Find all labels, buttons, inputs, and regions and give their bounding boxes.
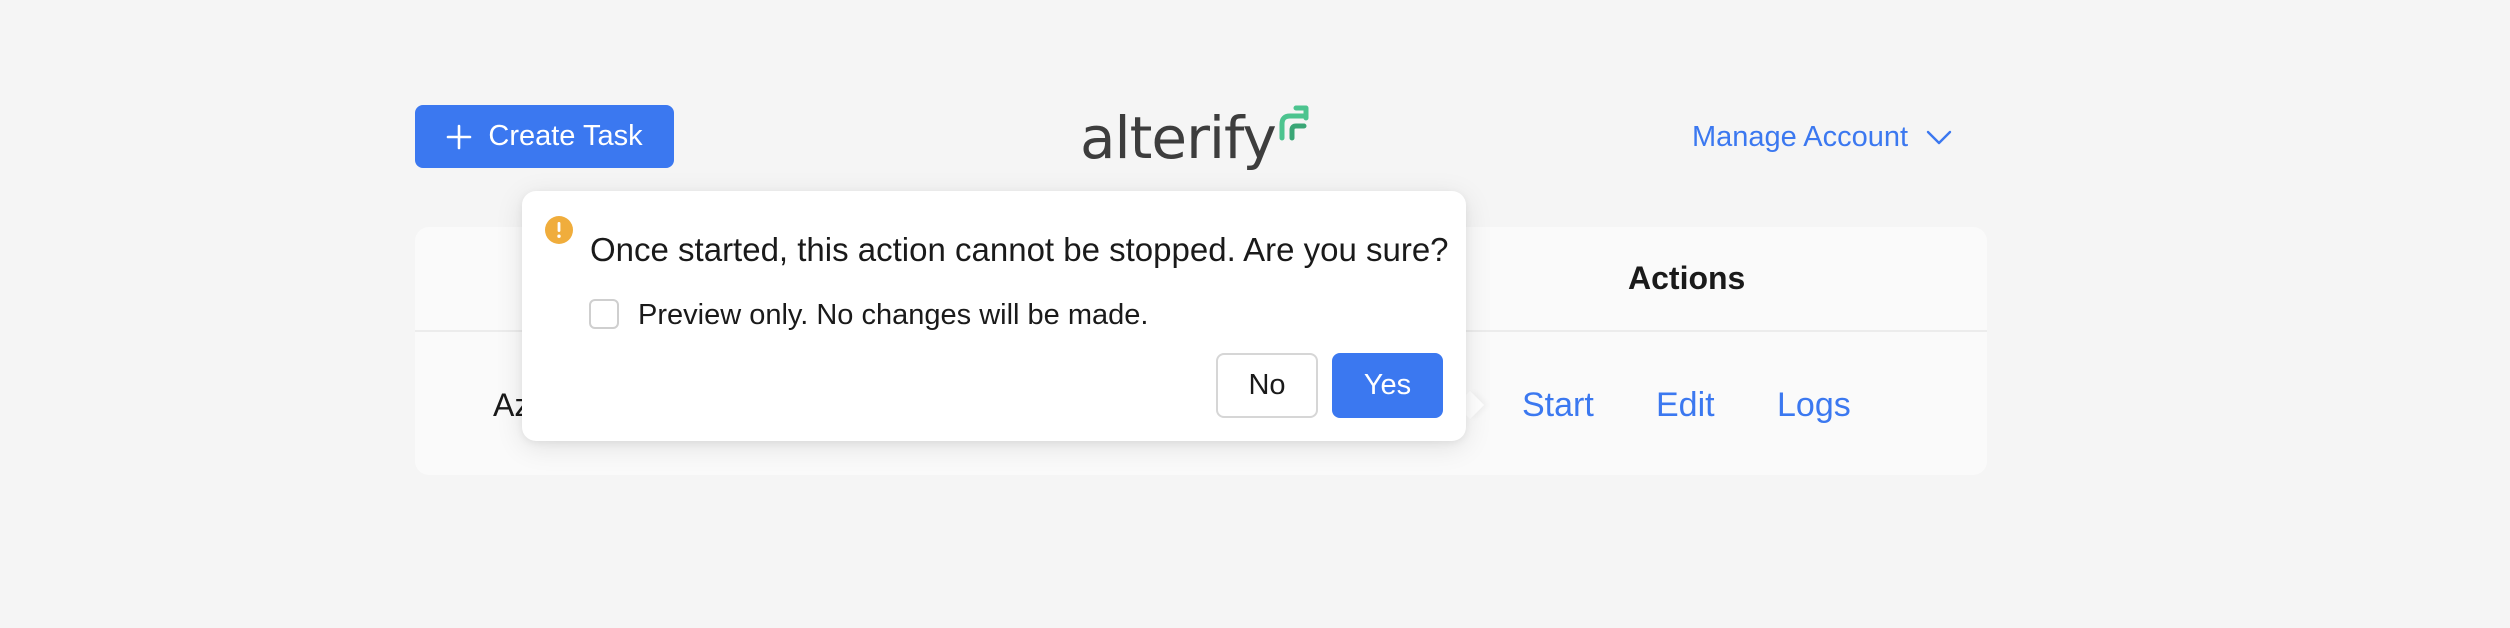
preview-only-checkbox[interactable] bbox=[589, 299, 619, 329]
yes-button[interactable]: Yes bbox=[1332, 353, 1443, 418]
no-button[interactable]: No bbox=[1216, 353, 1318, 418]
edit-link[interactable]: Edit bbox=[1656, 386, 1715, 425]
start-link[interactable]: Start bbox=[1522, 386, 1594, 425]
page: Create Task alterify Manage Account Acti… bbox=[0, 0, 2510, 628]
logo-arrows-icon bbox=[1274, 104, 1314, 149]
logs-link[interactable]: Logs bbox=[1777, 386, 1851, 425]
create-task-button[interactable]: Create Task bbox=[415, 105, 674, 168]
chevron-down-icon bbox=[1926, 121, 1952, 154]
exclamation-circle-icon bbox=[544, 215, 574, 245]
popover-title: Once started, this action cannot be stop… bbox=[590, 231, 1449, 268]
column-header-actions: Actions bbox=[1628, 260, 1746, 296]
logo: alterify bbox=[1080, 102, 1314, 174]
plus-icon bbox=[446, 124, 472, 150]
create-task-label: Create Task bbox=[488, 120, 643, 152]
manage-account-label: Manage Account bbox=[1692, 120, 1909, 153]
start-confirm-popover: Once started, this action cannot be stop… bbox=[522, 191, 1466, 441]
preview-only-label[interactable]: Preview only. No changes will be made. bbox=[638, 299, 1148, 332]
logo-text: alterify bbox=[1080, 104, 1277, 172]
manage-account-dropdown[interactable]: Manage Account bbox=[1692, 116, 1952, 158]
